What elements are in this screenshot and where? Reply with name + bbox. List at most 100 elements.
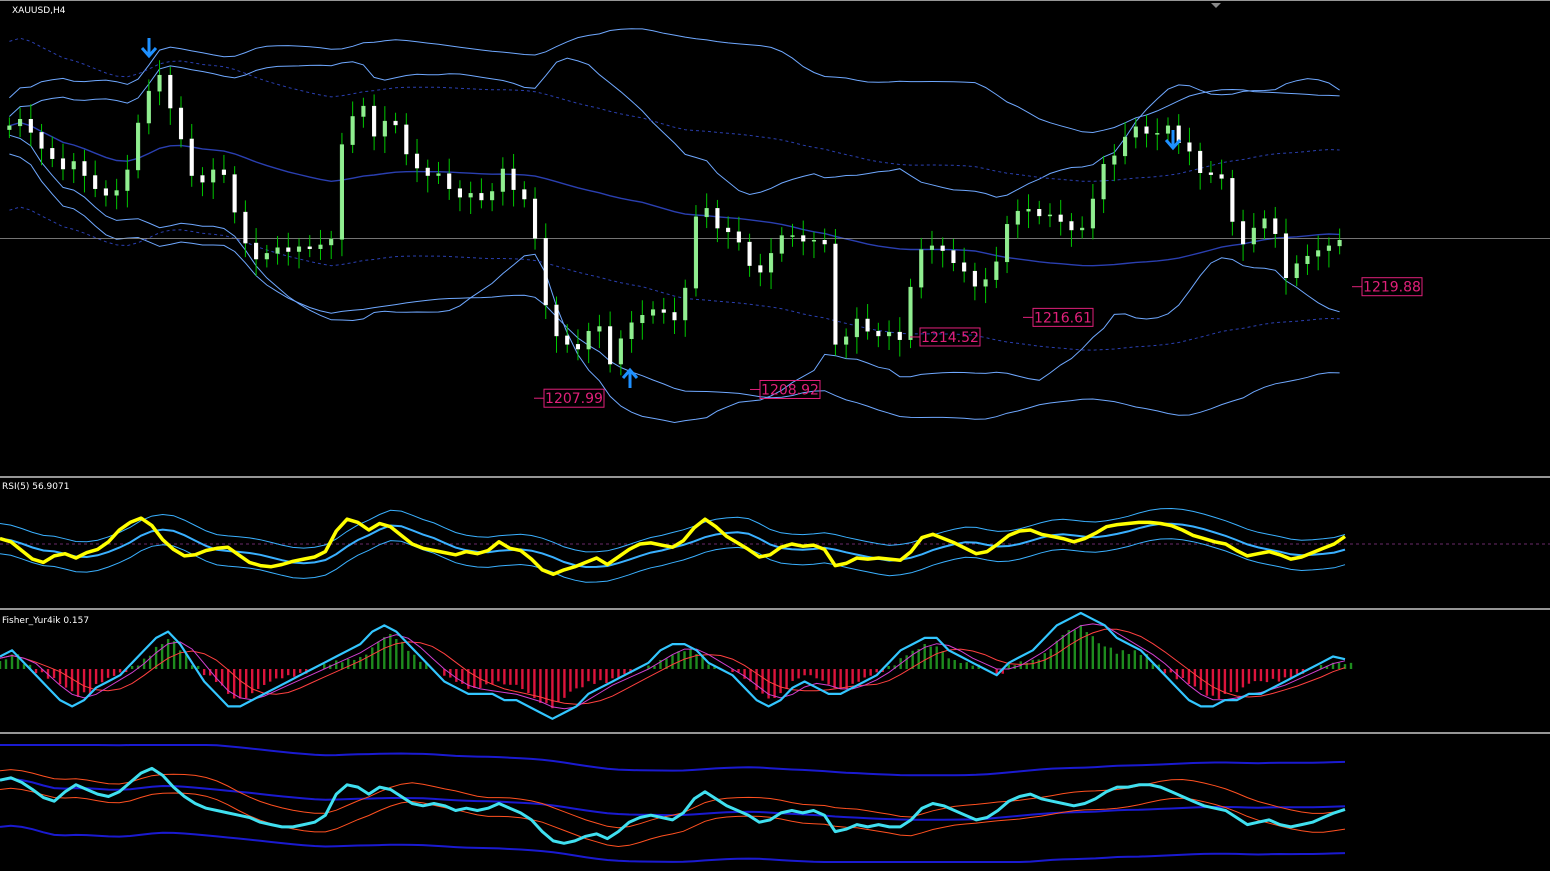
candle-body: [296, 246, 302, 252]
candle-body: [983, 279, 988, 287]
candle-body: [1112, 155, 1117, 165]
candle-body: [500, 168, 505, 192]
candle-body: [1219, 174, 1224, 179]
candle-body: [629, 322, 634, 339]
candle-body: [1283, 233, 1289, 279]
candle-body: [275, 247, 280, 254]
candle-body: [715, 208, 720, 229]
candle-body: [672, 312, 677, 321]
candle-body: [1144, 126, 1149, 134]
candle-body: [769, 253, 774, 273]
candle-body: [1123, 136, 1128, 157]
candle-body: [1005, 224, 1010, 263]
candle-body: [1069, 221, 1074, 231]
candle-body: [865, 318, 870, 332]
candle-body: [951, 250, 956, 264]
candle-body: [414, 153, 420, 169]
envelope-mid: [9, 121, 1340, 267]
candle-body: [972, 270, 977, 287]
candle-body: [608, 326, 613, 365]
candle-body: [822, 240, 827, 245]
candle-body: [1316, 250, 1321, 257]
candle-body: [425, 167, 430, 176]
chart-canvas[interactable]: 1207.99 1208.92 1214.52 1216.61 1219.88 XAUU…: [0, 0, 1550, 867]
candle-body: [726, 227, 731, 233]
candle-body: [232, 174, 237, 213]
candle-body: [704, 208, 709, 218]
candle-body: [339, 144, 344, 240]
candle-body: [758, 265, 763, 273]
fisher-title: Fisher_Yur4ik 0.157: [2, 616, 89, 626]
candle-body: [286, 247, 291, 252]
candle-body: [157, 74, 162, 92]
candle-body: [457, 188, 462, 198]
candle-body: [318, 244, 323, 249]
candle-body: [1101, 164, 1106, 200]
candle-body: [1262, 218, 1267, 229]
candle-body: [887, 331, 892, 337]
candle-body: [125, 169, 130, 191]
candle-body: [60, 158, 66, 170]
candle-body: [1026, 209, 1031, 212]
candle-body: [436, 173, 441, 176]
candle-body: [640, 315, 645, 324]
candle-body: [575, 344, 580, 350]
candle-body: [490, 191, 495, 201]
candle-body: [93, 175, 98, 189]
arrow-down-icon: [140, 38, 158, 59]
candle-body: [1273, 218, 1278, 234]
rsi-title: RSI(5) 56.9071: [2, 482, 69, 492]
candle-body: [168, 74, 173, 109]
bottom-panel[interactable]: [0, 732, 1550, 863]
candle-body: [929, 245, 935, 250]
candle-body: [597, 326, 602, 332]
candle-body: [522, 189, 527, 200]
fisher-panel[interactable]: [0, 608, 1550, 720]
symbol-label: XAUUSD,H4: [12, 6, 66, 16]
bollinger-upper-slow: [9, 28, 1340, 134]
candle-body: [650, 309, 656, 316]
candle-body: [994, 261, 999, 280]
candle-body: [736, 231, 741, 243]
candle-body: [779, 235, 784, 254]
candle-body: [1155, 133, 1160, 135]
candle-body: [103, 188, 108, 196]
candle-body: [221, 169, 226, 175]
candle-body: [479, 193, 484, 201]
candle-body: [264, 253, 269, 260]
candle-body: [511, 168, 516, 190]
rsi-panel[interactable]: [0, 476, 1550, 583]
candle-body: [1241, 221, 1246, 245]
candle-body: [7, 125, 12, 130]
price-label: 1207.99: [545, 391, 603, 407]
candle-body: [71, 161, 76, 170]
candle-body: [1251, 227, 1256, 245]
bottom-band-upper: [0, 744, 1346, 777]
candle-body: [1047, 214, 1053, 217]
candle-body: [1230, 178, 1235, 222]
candle-body: [683, 287, 688, 321]
candle-body: [661, 309, 666, 313]
candle-body: [1198, 150, 1203, 173]
candle-body: [361, 105, 366, 117]
candle-body: [586, 330, 591, 350]
candle-body: [1037, 209, 1042, 217]
price-panel[interactable]: 1207.99 1208.92 1214.52 1216.61 1219.88: [0, 0, 1550, 424]
price-label: 1219.88: [1363, 280, 1421, 296]
bottom-band-lower: [0, 824, 1346, 863]
candle-body: [254, 242, 259, 260]
candle-body: [1337, 240, 1342, 247]
candle-body: [801, 235, 806, 242]
candle-body: [307, 246, 312, 249]
candle-body: [447, 173, 452, 189]
candle-body: [897, 331, 902, 340]
bollinger-lower: [9, 134, 1340, 424]
candle-body: [908, 286, 913, 340]
bottom-main-line: [0, 766, 1346, 845]
candle-body: [372, 105, 377, 137]
candle-body: [532, 198, 538, 239]
candle-body: [747, 241, 752, 266]
candle-body: [876, 330, 881, 337]
candle-body: [189, 138, 194, 176]
candle-body: [243, 211, 248, 244]
